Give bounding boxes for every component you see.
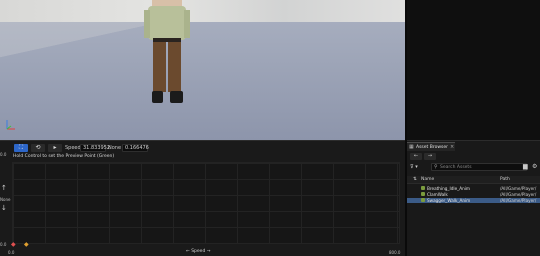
- preview-hint: Hold Control to set the Preview Point (G…: [13, 154, 115, 159]
- search-icon: ⚲: [434, 164, 438, 170]
- x-axis-label-text: Speed: [191, 249, 206, 254]
- asset-browser-icon: ▦: [409, 144, 414, 150]
- asset-browser: ▦ Asset Browser × ← → ⊽ ▾ ⚲ Search Asset…: [407, 140, 540, 256]
- blendspace-grid[interactable]: [12, 162, 400, 244]
- list-item-selected[interactable]: Swagger_Walk_Anim /All/Game/Player/: [407, 198, 540, 203]
- asset-path: /All/Game/Player/: [500, 198, 537, 203]
- blendspace-toolbar: ⛶ ⟲ ▸ Speed 31.833952 None 0.166476: [0, 143, 405, 153]
- settings-gear-icon[interactable]: ⚙: [532, 163, 537, 171]
- y-axis-up-icon: ↑: [1, 184, 7, 192]
- forward-arrow-icon: →: [427, 153, 433, 159]
- folder-icon[interactable]: ▆: [523, 163, 528, 171]
- x-axis-label: ← Speed →: [186, 249, 211, 254]
- axis-gizmo-icon: [6, 120, 15, 130]
- speed-field[interactable]: 31.833952: [80, 144, 110, 152]
- asset-name: Breathing_Idle_Anim: [427, 186, 470, 191]
- blendspace-panel: ⛶ ⟲ ▸ Speed 31.833952 None 0.166476 Hold…: [0, 140, 405, 256]
- sky-backdrop: [0, 0, 405, 22]
- sample-marker-icon[interactable]: ◆: [11, 242, 16, 248]
- none-label: None: [108, 145, 122, 151]
- filter-button[interactable]: ⊽ ▾: [410, 163, 428, 171]
- asset-browser-tab[interactable]: ▦ Asset Browser ×: [407, 142, 455, 151]
- x-axis-max: 800.0: [389, 250, 401, 255]
- list-item[interactable]: ClamWalk /All/Game/Player/: [407, 192, 540, 197]
- search-placeholder: Search Assets: [440, 165, 472, 170]
- list-item[interactable]: Breathing_Idle_Anim /All/Game/Player/: [407, 186, 540, 191]
- back-arrow-icon: ←: [413, 153, 419, 159]
- x-axis-min: 0.0: [8, 250, 15, 255]
- viewport[interactable]: [0, 0, 405, 140]
- asset-browser-tab-label: Asset Browser: [416, 145, 448, 150]
- search-input[interactable]: ⚲ Search Assets: [431, 163, 527, 171]
- loop-button[interactable]: ⟲: [31, 144, 45, 152]
- forward-button[interactable]: →: [424, 153, 436, 160]
- play-button[interactable]: ▸: [48, 144, 62, 152]
- animation-asset-icon: [421, 192, 425, 196]
- animation-asset-icon: [421, 186, 425, 190]
- asset-path: /All/Game/Player/: [500, 192, 537, 197]
- y-axis-max: 0.0: [0, 152, 7, 157]
- preview-point-icon[interactable]: ◆: [24, 242, 29, 248]
- character-preview: [144, 0, 190, 103]
- animation-asset-icon: [421, 198, 425, 202]
- fit-view-button[interactable]: ⛶: [14, 144, 28, 152]
- y-axis-min: 0.0: [0, 242, 7, 247]
- none-field[interactable]: 0.166476: [122, 144, 149, 152]
- y-axis-label: None: [0, 197, 11, 202]
- loop-icon: ⟲: [35, 144, 41, 151]
- filter-icon: ⊽ ▾: [410, 164, 418, 170]
- back-button[interactable]: ←: [410, 153, 422, 160]
- asset-list-header: ⇅ Name Path: [407, 176, 540, 184]
- play-icon: ▸: [53, 144, 57, 151]
- column-name[interactable]: Name: [421, 177, 434, 182]
- asset-name: ClamWalk: [427, 192, 448, 197]
- column-path[interactable]: Path: [500, 177, 510, 182]
- y-axis-down-icon: ↓: [1, 204, 7, 212]
- asset-name: Swagger_Walk_Anim: [427, 198, 471, 203]
- sort-icon[interactable]: ⇅: [413, 177, 417, 182]
- asset-path: /All/Game/Player/: [500, 186, 537, 191]
- speed-label: Speed: [65, 145, 81, 151]
- close-icon[interactable]: ×: [450, 144, 454, 150]
- fit-icon: ⛶: [18, 144, 24, 151]
